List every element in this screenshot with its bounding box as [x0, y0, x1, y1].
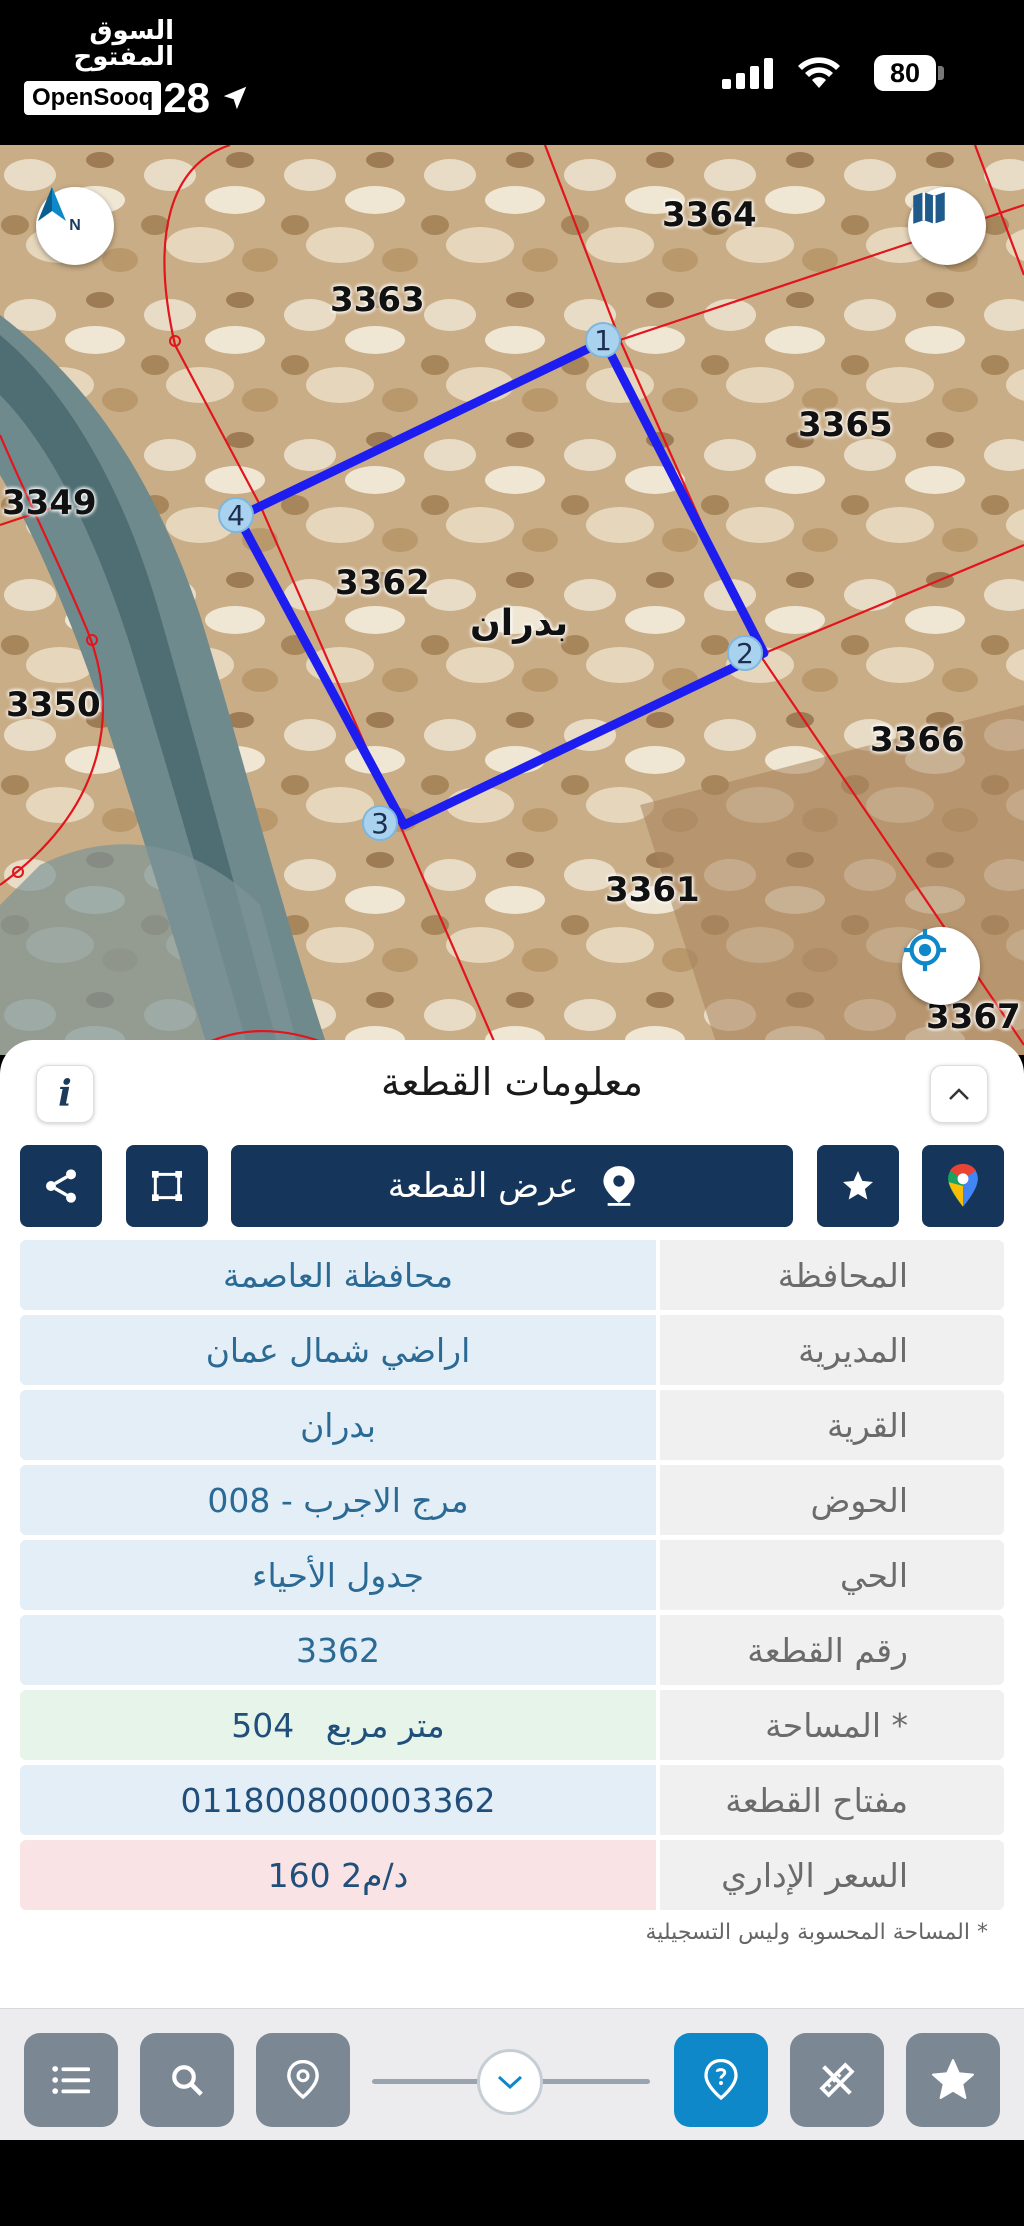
list-icon [52, 2066, 90, 2094]
sheet-header: i معلومات القطعة [0, 1040, 1024, 1150]
wifi-icon [798, 57, 840, 88]
share-button[interactable] [20, 1145, 102, 1227]
status-bar: السوق المفتوح OpenSooq 28 80 [0, 0, 1024, 145]
governorate-value: محافظة العاصمة [20, 1240, 656, 1310]
signal-icon [722, 58, 773, 89]
pin-search-icon [287, 2060, 319, 2100]
map-canvas[interactable] [0, 145, 1024, 1055]
parcel-label: 3365 [798, 405, 893, 445]
brand-logo: OpenSooq [24, 81, 162, 115]
table-row: اراضي شمال عمان المديرية [20, 1315, 1004, 1389]
compass-button[interactable]: N [36, 187, 114, 265]
vertex-marker[interactable]: 1 [585, 322, 621, 358]
parcel-label: 3363 [330, 280, 425, 320]
ruler-pencil-icon [819, 2062, 855, 2098]
my-location-button[interactable] [902, 927, 980, 1005]
parcel-lookup-button[interactable] [674, 2033, 768, 2127]
action-row: عرض القطعة [0, 1145, 1024, 1229]
map-icon [913, 192, 945, 224]
sheet-slider-handle[interactable] [477, 2049, 543, 2115]
parcel-label: 3366 [870, 720, 965, 760]
polygon-icon [152, 1171, 182, 1201]
favorites-button[interactable] [906, 2033, 1000, 2127]
view-parcel-label: عرض القطعة [387, 1166, 579, 1206]
table-row: 3362 رقم القطعة [20, 1615, 1004, 1689]
table-row: 011800800003362 مفتاح القطعة [20, 1765, 1004, 1839]
app-screen: السوق المفتوح OpenSooq 28 80 3364 3363 3… [0, 0, 1024, 2226]
compass-arrow-icon [38, 187, 66, 221]
location-arrow-icon [223, 86, 247, 110]
admin-price-value: 160 د/م2 [20, 1840, 656, 1910]
place-marker-button[interactable] [256, 2033, 350, 2127]
table-row: مرج الاجرب - 008 الحوض [20, 1465, 1004, 1539]
battery-cap [938, 66, 944, 80]
parcel-number-value: 3362 [20, 1615, 656, 1685]
neighborhood-label: الحي [660, 1540, 1004, 1610]
search-icon [172, 2065, 203, 2096]
bottom-toolbar [0, 2008, 1024, 2140]
map-view[interactable]: 3364 3363 3365 3349 3362 3366 3350 3361 … [0, 145, 1024, 1055]
directorate-value: اراضي شمال عمان [20, 1315, 656, 1385]
area-value: 504 متر مربع [20, 1690, 656, 1760]
vertex-marker[interactable]: 2 [727, 635, 763, 671]
draw-shape-button[interactable] [126, 1145, 208, 1227]
area-footnote: * المساحة المحسوبة وليس التسجيلية [645, 1920, 988, 1945]
vertex-marker[interactable]: 3 [362, 805, 398, 841]
star-icon [843, 1171, 873, 1200]
crosshair-icon [903, 928, 947, 972]
collapse-button[interactable] [930, 1065, 988, 1123]
location-question-icon [704, 2059, 738, 2101]
parcel-label: 3361 [605, 870, 700, 910]
clock: 28 [163, 74, 211, 121]
parcel-key-value: 011800800003362 [20, 1765, 656, 1835]
view-parcel-button[interactable]: عرض القطعة [231, 1145, 793, 1227]
chevron-down-icon [497, 2075, 523, 2090]
vertex-marker[interactable]: 4 [218, 497, 254, 533]
list-button[interactable] [24, 2033, 118, 2127]
neighborhood-value: جدول الأحياء [20, 1540, 656, 1610]
governorate-label: المحافظة [660, 1240, 1004, 1310]
sheet-title: معلومات القطعة [381, 1060, 643, 1104]
parcel-label: 3364 [662, 195, 757, 235]
location-pin-icon [603, 1166, 635, 1206]
search-button[interactable] [140, 2033, 234, 2127]
star-icon [932, 2059, 974, 2099]
table-row: 504 متر مربع المساحة * [20, 1690, 1004, 1764]
basin-value: مرج الاجرب - 008 [20, 1465, 656, 1535]
status-left: السوق المفتوح OpenSooq 28 [24, 18, 250, 122]
battery-indicator: 80 [874, 55, 936, 91]
parcel-info-table: محافظة العاصمة المحافظة اراضي شمال عمان … [20, 1240, 1004, 1915]
village-label-key: القرية [660, 1390, 1004, 1460]
village-label: بدران [470, 603, 569, 644]
parcel-label: 3362 [335, 563, 430, 603]
brand-arabic: السوق المفتوح [73, 16, 174, 72]
google-maps-icon [948, 1164, 978, 1207]
village-value: بدران [20, 1390, 656, 1460]
parcel-info-sheet: i معلومات القطعة عرض القطعة محافظة العاص… [0, 1040, 1024, 2140]
google-maps-button[interactable] [922, 1145, 1004, 1227]
directorate-label: المديرية [660, 1315, 1004, 1385]
area-label: المساحة * [660, 1690, 1004, 1760]
table-row: بدران القرية [20, 1390, 1004, 1464]
north-label: N [69, 217, 81, 234]
chevron-up-icon [949, 1088, 969, 1100]
favorite-button[interactable] [817, 1145, 899, 1227]
table-row: جدول الأحياء الحي [20, 1540, 1004, 1614]
measure-tools-button[interactable] [790, 2033, 884, 2127]
table-row: 160 د/م2 السعر الإداري [20, 1840, 1004, 1914]
admin-price-label: السعر الإداري [660, 1840, 1004, 1910]
table-row: محافظة العاصمة المحافظة [20, 1240, 1004, 1314]
home-indicator-area [0, 2140, 1024, 2226]
map-layers-button[interactable] [908, 187, 986, 265]
parcel-key-label: مفتاح القطعة [660, 1765, 1004, 1835]
parcel-label: 3350 [6, 685, 101, 725]
parcel-number-label: رقم القطعة [660, 1615, 1004, 1685]
basin-label: الحوض [660, 1465, 1004, 1535]
share-icon [46, 1169, 76, 1203]
parcel-label: 3349 [2, 483, 97, 523]
